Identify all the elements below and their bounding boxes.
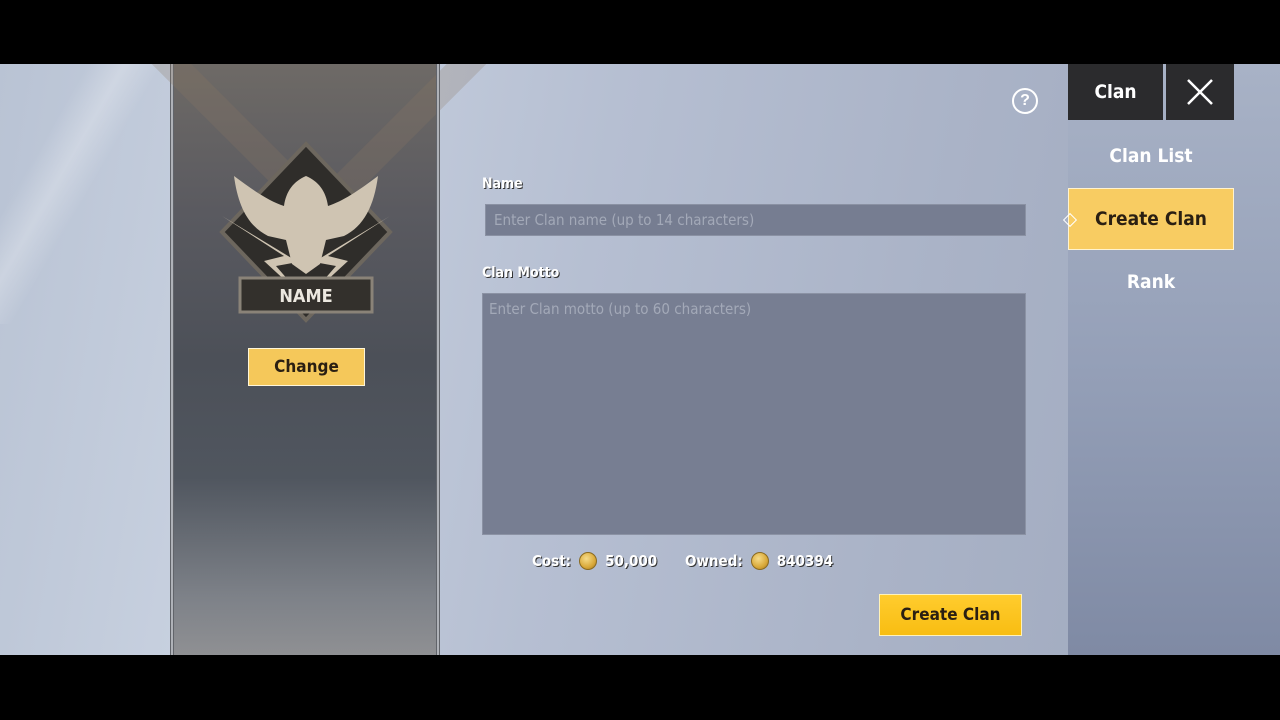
coin-icon <box>579 552 598 570</box>
sidebar-item-label: Create Clan <box>1095 208 1207 230</box>
close-button[interactable] <box>1166 64 1234 120</box>
clan-emblem-icon[interactable]: NAME <box>214 136 398 326</box>
sidebar-item-label: Rank <box>1126 271 1176 293</box>
create-clan-screen: NAME Change ? Name Enter Clan name (up t… <box>0 64 1280 655</box>
sidebar: Clan Clan List Create Clan Rank <box>1062 64 1280 655</box>
clan-motto-placeholder: Enter Clan motto (up to 60 characters) <box>489 300 752 318</box>
tab-clan[interactable]: Clan <box>1068 64 1163 120</box>
emblem-name-plate: NAME <box>279 286 332 307</box>
sidebar-item-rank[interactable]: Rank <box>1068 251 1234 313</box>
cost-display: Cost: 50,000 <box>532 552 657 570</box>
clan-name-input[interactable]: Enter Clan name (up to 14 characters) <box>485 204 1026 236</box>
coin-icon <box>750 552 769 570</box>
background-streak <box>0 64 160 324</box>
cost-value: 50,000 <box>605 552 658 570</box>
selection-diamond-icon <box>1062 212 1078 228</box>
name-label: Name <box>482 176 523 192</box>
sidebar-item-create-clan[interactable]: Create Clan <box>1062 188 1234 250</box>
owned-value: 840394 <box>776 552 834 570</box>
create-clan-button[interactable]: Create Clan <box>879 594 1022 636</box>
close-icon <box>1187 79 1213 105</box>
sidebar-item-label: Clan List <box>1109 145 1193 167</box>
emblem-panel: NAME Change <box>150 64 488 655</box>
help-icon[interactable]: ? <box>1012 88 1038 114</box>
sidebar-item-clan-list[interactable]: Clan List <box>1068 125 1234 187</box>
motto-label: Clan Motto <box>482 265 560 281</box>
clan-motto-input[interactable]: Enter Clan motto (up to 60 characters) <box>482 293 1026 535</box>
clan-name-placeholder: Enter Clan name (up to 14 characters) <box>494 211 755 229</box>
change-emblem-button[interactable]: Change <box>248 348 365 386</box>
owned-label: Owned: <box>685 552 743 570</box>
owned-display: Owned: 840394 <box>685 552 833 570</box>
cost-label: Cost: <box>532 552 572 570</box>
